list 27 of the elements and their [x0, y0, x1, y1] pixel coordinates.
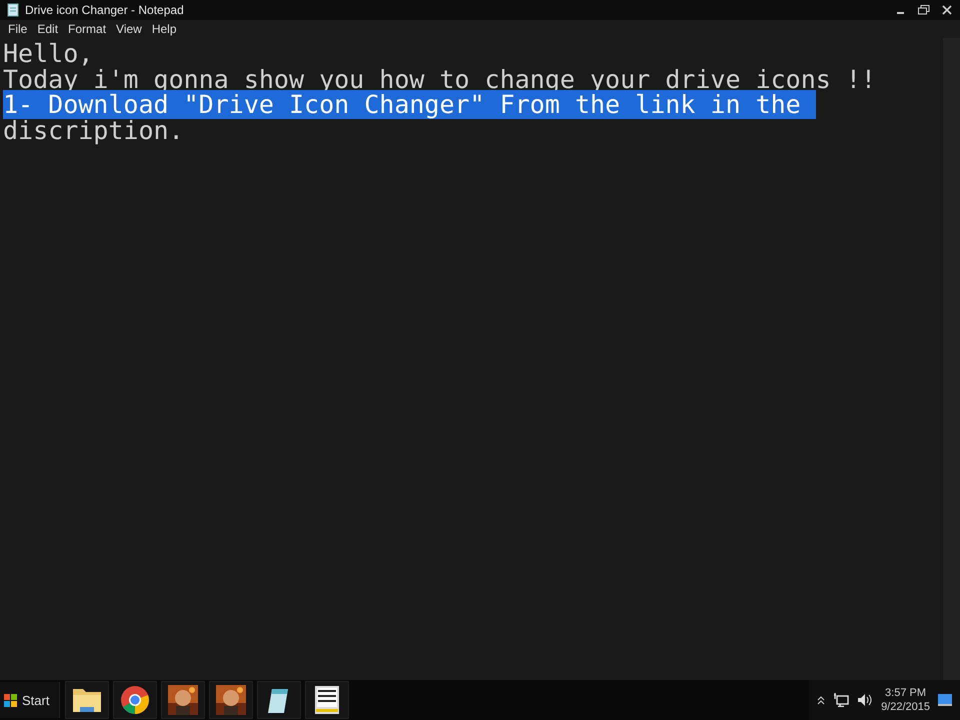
menu-item[interactable]: Format	[63, 22, 112, 36]
menu-item[interactable]: File	[3, 22, 32, 36]
menu-item[interactable]: Edit	[32, 22, 64, 36]
selected-text: 1- Download "Drive Icon Changer" From the link in the	[3, 90, 816, 119]
text-area[interactable]: Hello, Today i'm gonna show you how to change your drive icons !! 1- Download "Drive Icon Changer" From the link in the discription.	[0, 38, 943, 680]
time-text: 3:57 PM	[885, 686, 926, 700]
close-icon[interactable]	[942, 5, 952, 15]
volume-icon[interactable]	[857, 693, 874, 707]
taskbar-button[interactable]	[209, 681, 254, 719]
taskbar-button[interactable]	[161, 681, 206, 719]
date-text: 9/22/2015	[881, 700, 930, 714]
taskbar-button[interactable]	[65, 681, 110, 719]
taskbar-button[interactable]	[257, 681, 302, 719]
taskbar-button[interactable]	[305, 681, 350, 719]
menu-item[interactable]: Help	[146, 22, 182, 36]
windows-logo-icon	[4, 694, 18, 706]
notepad-icon	[6, 3, 20, 17]
taskbar-button[interactable]	[113, 681, 158, 719]
browser-icon	[120, 685, 150, 715]
start-button[interactable]: Start	[0, 682, 60, 718]
network-icon[interactable]	[833, 693, 850, 707]
menu-item[interactable]: View	[111, 22, 147, 36]
show-desktop-icon[interactable]	[938, 693, 952, 707]
maximize-icon[interactable]	[918, 5, 930, 15]
window-title: Drive icon Changer - Notepad	[25, 3, 184, 17]
drive-icon	[314, 685, 340, 715]
show-hidden-icons-icon[interactable]	[817, 695, 826, 705]
